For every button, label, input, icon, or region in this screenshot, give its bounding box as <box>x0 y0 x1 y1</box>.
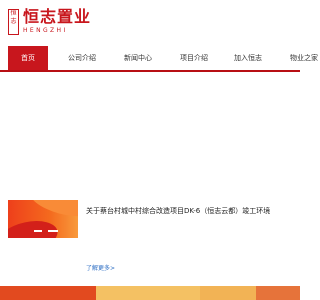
bottom-bar-segment <box>0 286 96 300</box>
news-thumbnail[interactable] <box>8 200 78 238</box>
news-title[interactable]: 关于蔡台村城中村综合改造项目DK-6（恒志云都）竣工环境 <box>86 206 296 216</box>
site-header: 恒志 恒志置业 HENGZHI <box>0 0 300 46</box>
bottom-bar-segment <box>96 286 200 300</box>
nav-item-home[interactable]: 首页 <box>8 46 48 70</box>
logo-name-en: HENGZHI <box>23 27 68 34</box>
logo-seal: 恒志 <box>8 9 19 35</box>
nav-item-company[interactable]: 公司介绍 <box>60 46 104 70</box>
logo-name-cn: 恒志置业 <box>23 7 92 26</box>
nav-item-projects[interactable]: 项目介绍 <box>172 46 216 70</box>
bottom-bar-segment <box>200 286 256 300</box>
learn-more-link[interactable]: 了解更多> <box>86 263 115 272</box>
thumbnail-graphic <box>25 200 78 223</box>
bottom-color-bar <box>0 286 300 300</box>
main-nav: 首页 公司介绍 新闻中心 项目介绍 加入恒志 物业之家 <box>0 46 318 72</box>
thumbnail-graphic <box>8 216 61 238</box>
thumbnail-graphic <box>48 230 58 232</box>
logo-text: 恒志置业 HENGZHI <box>23 8 91 35</box>
nav-item-join[interactable]: 加入恒志 <box>226 46 270 70</box>
bottom-bar-segment <box>256 286 300 300</box>
thumbnail-graphic <box>34 230 42 232</box>
nav-item-news[interactable]: 新闻中心 <box>116 46 160 70</box>
nav-item-property[interactable]: 物业之家 <box>282 46 320 70</box>
